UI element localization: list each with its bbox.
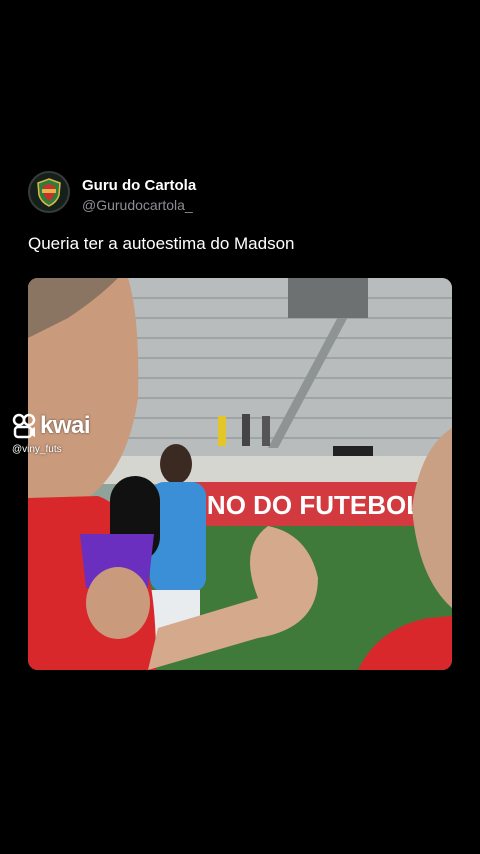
avatar[interactable] (28, 171, 70, 213)
video-media[interactable]: TINO DO FUTEBOL (28, 278, 452, 670)
author-name[interactable]: Guru do Cartola (82, 177, 196, 194)
kwai-username: @viny_futs (12, 444, 62, 455)
kwai-logo-icon (12, 413, 36, 439)
banner-text: TINO DO FUTEBOL (184, 490, 422, 520)
tweet-text: Queria ter a autoestima do Madson (28, 234, 295, 253)
guru-shield-logo-icon (30, 173, 68, 211)
kwai-logo: kwai (12, 412, 91, 440)
kwai-brand: kwai (40, 412, 91, 439)
video-frame: TINO DO FUTEBOL (28, 278, 452, 670)
author-handle[interactable]: @Gurudocartola_ (82, 197, 193, 213)
